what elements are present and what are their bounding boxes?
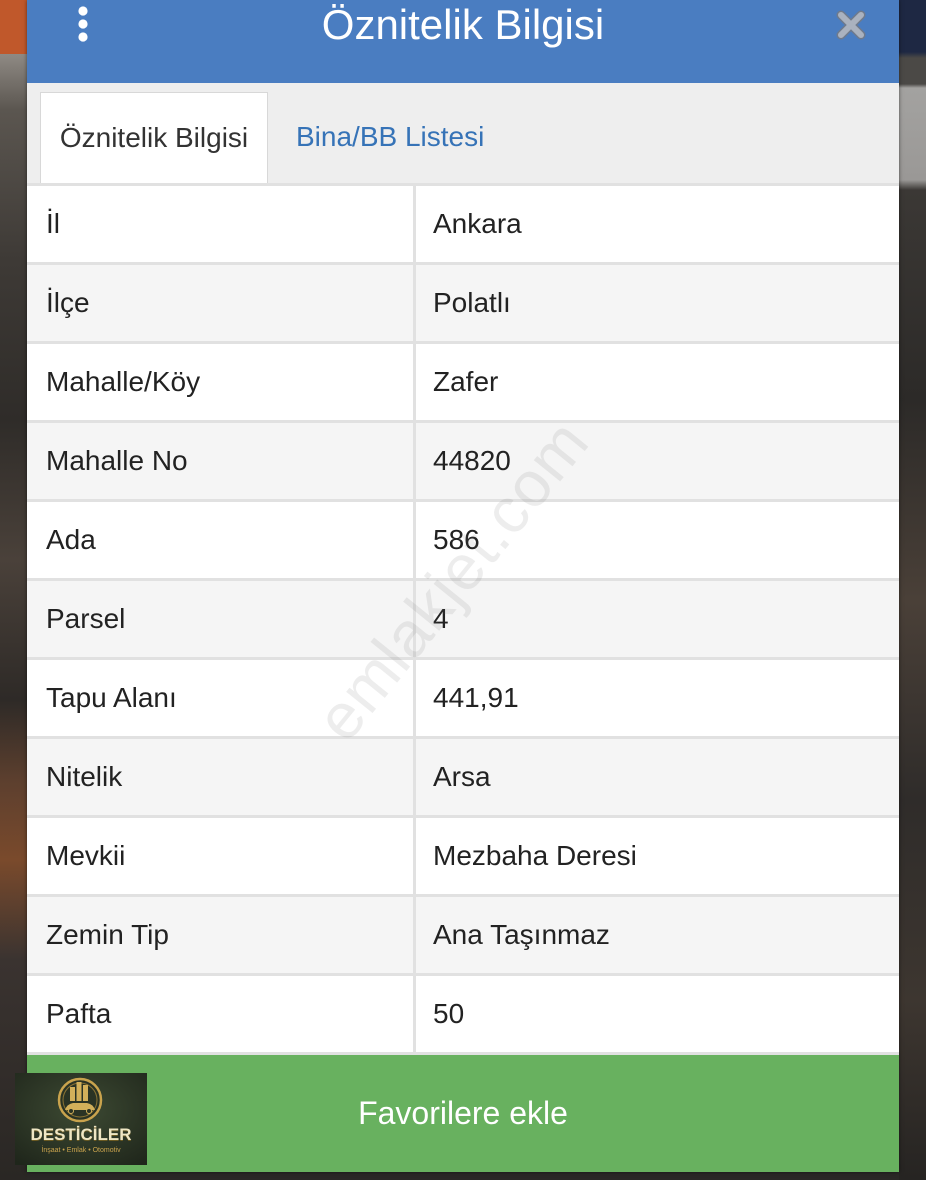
logo-name: DESTİCİLER (30, 1125, 132, 1144)
close-button[interactable] (834, 8, 868, 42)
attribute-row: Mahalle/Köy Zafer (27, 341, 899, 420)
attribute-value: Arsa (413, 739, 899, 815)
attribute-row: Nitelik Arsa (27, 736, 899, 815)
attribute-label: Parsel (46, 603, 126, 634)
attribute-label: Pafta (46, 998, 112, 1029)
attribute-label: Zemin Tip (46, 919, 169, 950)
attribute-value: 50 (413, 976, 899, 1052)
tab-bar: Öznitelik Bilgisi Bina/BB Listesi (27, 83, 899, 183)
attribute-value: 441,91 (413, 660, 899, 736)
attribute-row: İl Ankara (27, 183, 899, 262)
attribute-row: Pafta 50 (27, 973, 899, 1052)
attribute-value: Zafer (413, 344, 899, 420)
attribute-label: Nitelik (46, 761, 123, 792)
attribute-label: Mahalle/Köy (46, 366, 201, 397)
attribute-row: Tapu Alanı 441,91 (27, 657, 899, 736)
attribute-label: Mevkii (46, 840, 126, 871)
attribute-row: Ada 586 (27, 499, 899, 578)
attribute-table: İl Ankara İlçe Polatlı Mahalle/Köy Zafer… (27, 183, 899, 1055)
attribute-dialog: Öznitelik Bilgisi Öznitelik Bilgisi Bina… (27, 0, 899, 1172)
attribute-row: İlçe Polatlı (27, 262, 899, 341)
attribute-label: Tapu Alanı (46, 682, 177, 713)
logo-tagline: İnşaat • Emlak • Otomotiv (41, 1147, 121, 1154)
attribute-value: Ana Taşınmaz (413, 897, 899, 973)
attribute-value: 44820 (413, 423, 899, 499)
attribute-value: Ankara (413, 186, 899, 262)
map-background-right (899, 0, 926, 1180)
attribute-label: İl (46, 208, 60, 239)
add-to-favorites-button[interactable]: Favorilere ekle (27, 1055, 899, 1172)
map-background-left (0, 0, 27, 1180)
attribute-value: 4 (413, 581, 899, 657)
attribute-row: Zemin Tip Ana Taşınmaz (27, 894, 899, 973)
dialog-header: Öznitelik Bilgisi (27, 0, 899, 83)
dialog-title: Öznitelik Bilgisi (321, 1, 605, 48)
attribute-row: Mahalle No 44820 (27, 420, 899, 499)
attribute-label: İlçe (46, 287, 90, 318)
close-icon (836, 10, 866, 40)
attribute-value: Mezbaha Deresi (413, 818, 899, 894)
tab-oznitelik-bilgisi[interactable]: Öznitelik Bilgisi (40, 92, 268, 183)
attribute-row: Parsel 4 (27, 578, 899, 657)
tab-bina-bb-listesi[interactable]: Bina/BB Listesi (296, 92, 484, 183)
attribute-row: Mevkii Mezbaha Deresi (27, 815, 899, 894)
attribute-value: Polatlı (413, 265, 899, 341)
attribute-label: Mahalle No (46, 445, 188, 476)
attribute-label: Ada (46, 524, 96, 555)
brand-logo: DESTİCİLER İnşaat • Emlak • Otomotiv (15, 1073, 147, 1165)
attribute-value: 586 (413, 502, 899, 578)
